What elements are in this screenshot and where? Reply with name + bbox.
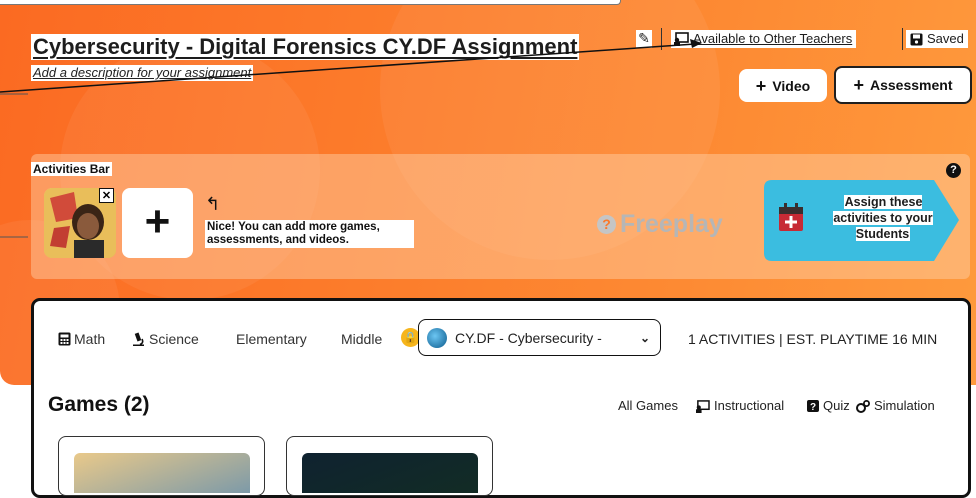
- level-filter-elementary-label: Elementary: [236, 331, 307, 347]
- course-select-value: CY.DF - Cybersecurity -: [455, 329, 602, 346]
- games-filter-simulation[interactable]: Simulation: [856, 398, 935, 414]
- plus-icon: +: [755, 75, 767, 96]
- games-filter-instructional[interactable]: Instructional: [695, 398, 784, 414]
- games-filter-all[interactable]: All Games: [618, 398, 678, 414]
- games-filter-all-label: All Games: [618, 398, 678, 413]
- games-filter-instructional-label: Instructional: [714, 398, 785, 413]
- games-section-title: Games (2): [48, 393, 150, 416]
- game-card[interactable]: [286, 436, 493, 496]
- calendar-add-icon: [779, 203, 803, 231]
- assign-button-label: Assign these activities to your Students: [833, 195, 933, 241]
- calculator-icon: [58, 332, 71, 346]
- plus-icon: +: [853, 75, 864, 95]
- chevron-down-icon: ⌄: [639, 330, 650, 345]
- add-assessment-button[interactable]: + Assessment: [834, 66, 972, 104]
- course-globe-icon: [427, 327, 447, 348]
- subject-filter-science[interactable]: Science: [131, 330, 199, 348]
- level-filter-middle-label: Middle: [341, 331, 383, 347]
- game-card-thumbnail: [302, 453, 478, 493]
- subject-filter-science-label: Science: [149, 331, 199, 347]
- level-filter-middle[interactable]: Middle: [341, 330, 382, 348]
- subject-filter-math[interactable]: Math: [58, 330, 105, 348]
- level-filter-elementary[interactable]: Elementary: [236, 330, 307, 348]
- remove-activity-close-icon[interactable]: ✕: [99, 188, 114, 203]
- teacher-board-icon: [696, 399, 710, 413]
- activities-bar-label: Activities Bar: [31, 162, 112, 176]
- games-filter-simulation-label: Simulation: [874, 398, 935, 413]
- svg-text:?: ?: [810, 402, 816, 412]
- game-card[interactable]: [58, 436, 265, 496]
- add-video-button[interactable]: + Video: [739, 69, 827, 102]
- quiz-question-icon: ?: [807, 400, 819, 412]
- games-filter-quiz[interactable]: ? Quiz: [807, 398, 850, 414]
- gears-icon: [856, 399, 870, 413]
- add-video-label: Video: [772, 77, 811, 94]
- game-card-thumbnail: [74, 453, 250, 493]
- help-icon[interactable]: ?: [946, 163, 961, 178]
- add-assessment-label: Assessment: [870, 77, 953, 93]
- course-select[interactable]: CY.DF - Cybersecurity - ⌄: [418, 319, 661, 356]
- microscope-icon: [133, 332, 144, 346]
- subject-filter-math-label: Math: [74, 331, 106, 347]
- activities-hint: Nice! You can add more games, assessment…: [205, 220, 414, 248]
- assign-students-button[interactable]: Assign these activities to your Students: [764, 180, 959, 261]
- activities-summary: 1 ACTIVITIES | EST. PLAYTIME 16 MIN: [688, 331, 938, 347]
- add-activity-button[interactable]: +: [122, 188, 193, 258]
- games-filter-quiz-label: Quiz: [823, 398, 850, 413]
- undo-arrow-icon: ↰: [205, 194, 221, 215]
- question-circle-icon: ?: [597, 214, 616, 234]
- freeplay-mode[interactable]: ? Freeplay: [597, 209, 723, 239]
- freeplay-label: Freeplay: [620, 210, 723, 238]
